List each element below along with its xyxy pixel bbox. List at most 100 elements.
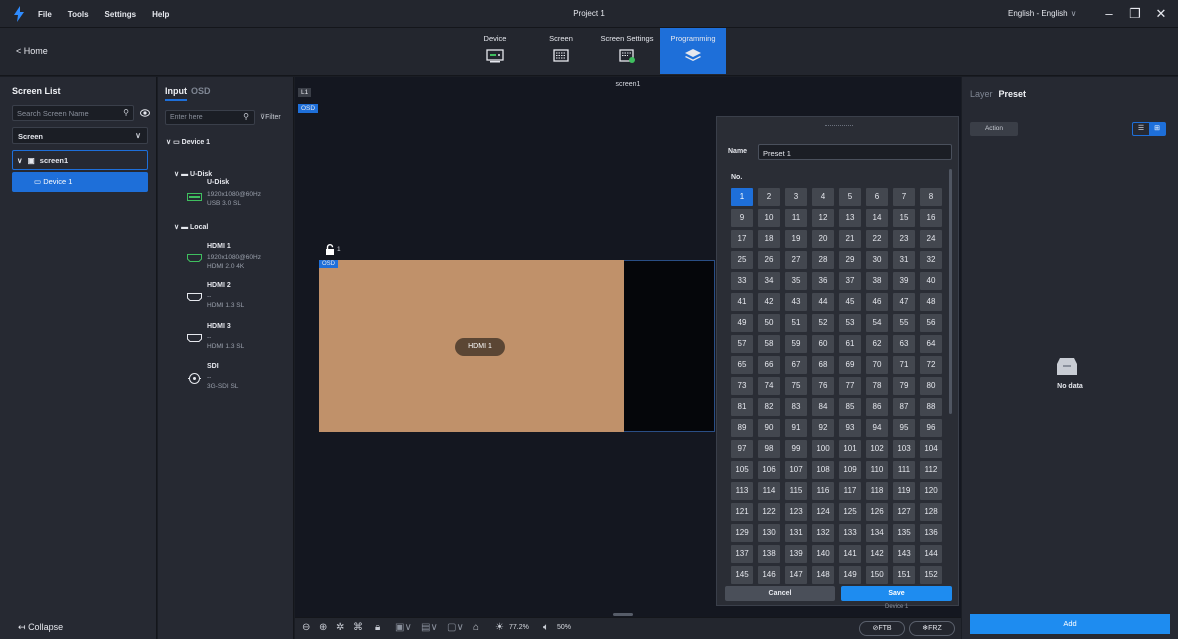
- fullscreen-icon[interactable]: ⌘: [353, 622, 363, 633]
- preset-number-cell[interactable]: 44: [812, 293, 834, 311]
- preset-number-cell[interactable]: 121: [731, 503, 753, 521]
- preset-number-cell[interactable]: 13: [839, 209, 861, 227]
- preset-number-cell[interactable]: 9: [731, 209, 753, 227]
- preset-number-cell[interactable]: 148: [812, 566, 834, 584]
- preset-number-cell[interactable]: 73: [731, 377, 753, 395]
- preset-number-cell[interactable]: 125: [839, 503, 861, 521]
- preset-name-input[interactable]: Preset 1: [758, 144, 952, 160]
- preset-number-cell[interactable]: 21: [839, 230, 861, 248]
- clear-icon[interactable]: ⌂: [473, 622, 479, 633]
- preset-number-cell[interactable]: 42: [758, 293, 780, 311]
- restore-button[interactable]: ❐: [1124, 4, 1146, 24]
- preset-number-cell[interactable]: 7: [893, 188, 915, 206]
- preset-number-cell[interactable]: 150: [866, 566, 888, 584]
- tab-layer[interactable]: Layer: [970, 89, 993, 99]
- preset-number-cell[interactable]: 61: [839, 335, 861, 353]
- view-toggle[interactable]: ☰ ⊞: [1132, 122, 1166, 136]
- add-button[interactable]: Add: [970, 614, 1170, 634]
- preset-number-cell[interactable]: 107: [785, 461, 807, 479]
- brightness-icon[interactable]: ☀: [495, 622, 504, 633]
- preset-number-cell[interactable]: 152: [920, 566, 942, 584]
- preset-number-cell[interactable]: 29: [839, 251, 861, 269]
- preset-number-cell[interactable]: 12: [812, 209, 834, 227]
- preset-number-cell[interactable]: 102: [866, 440, 888, 458]
- preset-number-cell[interactable]: 34: [758, 272, 780, 290]
- close-button[interactable]: ✕: [1150, 4, 1172, 24]
- preset-number-cell[interactable]: 122: [758, 503, 780, 521]
- tree-local-group[interactable]: ∨ ▬ Local: [174, 223, 208, 231]
- preset-number-cell[interactable]: 48: [920, 293, 942, 311]
- preset-number-cell[interactable]: 50: [758, 314, 780, 332]
- tree-udisk-group[interactable]: ∨ ▬ U-Disk: [174, 170, 212, 178]
- preset-number-cell[interactable]: 98: [758, 440, 780, 458]
- preset-number-cell[interactable]: 16: [920, 209, 942, 227]
- layer-size-icon[interactable]: ▢∨: [447, 622, 464, 633]
- preset-number-cell[interactable]: 56: [920, 314, 942, 332]
- preset-number-cell[interactable]: 51: [785, 314, 807, 332]
- preset-number-cell[interactable]: 92: [812, 419, 834, 437]
- preset-number-cell[interactable]: 2: [758, 188, 780, 206]
- preset-number-cell[interactable]: 80: [920, 377, 942, 395]
- preset-number-cell[interactable]: 119: [893, 482, 915, 500]
- preset-number-cell[interactable]: 111: [893, 461, 915, 479]
- preset-number-cell[interactable]: 84: [812, 398, 834, 416]
- tab-programming[interactable]: Programming: [660, 28, 726, 74]
- preset-number-cell[interactable]: 146: [758, 566, 780, 584]
- preset-number-cell[interactable]: 81: [731, 398, 753, 416]
- preset-number-cell[interactable]: 99: [785, 440, 807, 458]
- preset-number-cell[interactable]: 58: [758, 335, 780, 353]
- preset-number-cell[interactable]: 86: [866, 398, 888, 416]
- tree-item-screen[interactable]: ∨ ▣ screen1: [12, 150, 148, 170]
- preset-number-cell[interactable]: 124: [812, 503, 834, 521]
- source-name[interactable]: HDMI 3: [207, 323, 231, 330]
- preset-number-cell[interactable]: 97: [731, 440, 753, 458]
- preset-number-cell[interactable]: 33: [731, 272, 753, 290]
- preset-number-cell[interactable]: 28: [812, 251, 834, 269]
- collapse-button[interactable]: ↤ Collapse: [18, 622, 63, 633]
- tab-screen[interactable]: Screen: [528, 28, 594, 74]
- preset-number-cell[interactable]: 118: [866, 482, 888, 500]
- preset-number-cell[interactable]: 113: [731, 482, 753, 500]
- preset-number-cell[interactable]: 6: [866, 188, 888, 206]
- fit-icon[interactable]: ✲: [336, 622, 344, 633]
- preset-number-cell[interactable]: 64: [920, 335, 942, 353]
- menu-settings[interactable]: Settings: [105, 10, 137, 19]
- tab-preset[interactable]: Preset: [999, 89, 1027, 99]
- preset-number-cell[interactable]: 140: [812, 545, 834, 563]
- preset-number-cell[interactable]: 49: [731, 314, 753, 332]
- preset-number-cell[interactable]: 109: [839, 461, 861, 479]
- preset-number-cell[interactable]: 71: [893, 356, 915, 374]
- preset-number-cell[interactable]: 114: [758, 482, 780, 500]
- preset-number-cell[interactable]: 74: [758, 377, 780, 395]
- preset-number-cell[interactable]: 83: [785, 398, 807, 416]
- preset-number-cell[interactable]: 130: [758, 524, 780, 542]
- screen-search-input[interactable]: Search Screen Name ⚲: [12, 105, 134, 121]
- preset-number-cell[interactable]: 149: [839, 566, 861, 584]
- preset-number-cell[interactable]: 129: [731, 524, 753, 542]
- source-name[interactable]: U-Disk: [207, 179, 229, 186]
- layer-align-icon[interactable]: ▣∨: [395, 622, 412, 633]
- preset-number-cell[interactable]: 78: [866, 377, 888, 395]
- preset-number-cell[interactable]: 4: [812, 188, 834, 206]
- tab-osd[interactable]: OSD: [191, 86, 211, 96]
- preset-number-cell[interactable]: 112: [920, 461, 942, 479]
- grid-view-icon[interactable]: ⊞: [1149, 123, 1165, 135]
- preset-number-cell[interactable]: 35: [785, 272, 807, 290]
- preset-number-cell[interactable]: 26: [758, 251, 780, 269]
- preset-number-cell[interactable]: 108: [812, 461, 834, 479]
- preset-number-cell[interactable]: 88: [920, 398, 942, 416]
- preset-number-cell[interactable]: 57: [731, 335, 753, 353]
- preset-number-cell[interactable]: 11: [785, 209, 807, 227]
- preset-number-cell[interactable]: 106: [758, 461, 780, 479]
- chevron-down-icon[interactable]: ∨: [17, 156, 23, 165]
- menu-help[interactable]: Help: [152, 10, 169, 19]
- preset-number-cell[interactable]: 25: [731, 251, 753, 269]
- preset-number-cell[interactable]: 19: [785, 230, 807, 248]
- preset-number-cell[interactable]: 91: [785, 419, 807, 437]
- action-button[interactable]: Action: [970, 122, 1018, 136]
- preset-number-cell[interactable]: 138: [758, 545, 780, 563]
- preset-number-cell[interactable]: 32: [920, 251, 942, 269]
- preset-number-cell[interactable]: 67: [785, 356, 807, 374]
- preset-number-cell[interactable]: 3: [785, 188, 807, 206]
- minimize-button[interactable]: –: [1098, 4, 1120, 24]
